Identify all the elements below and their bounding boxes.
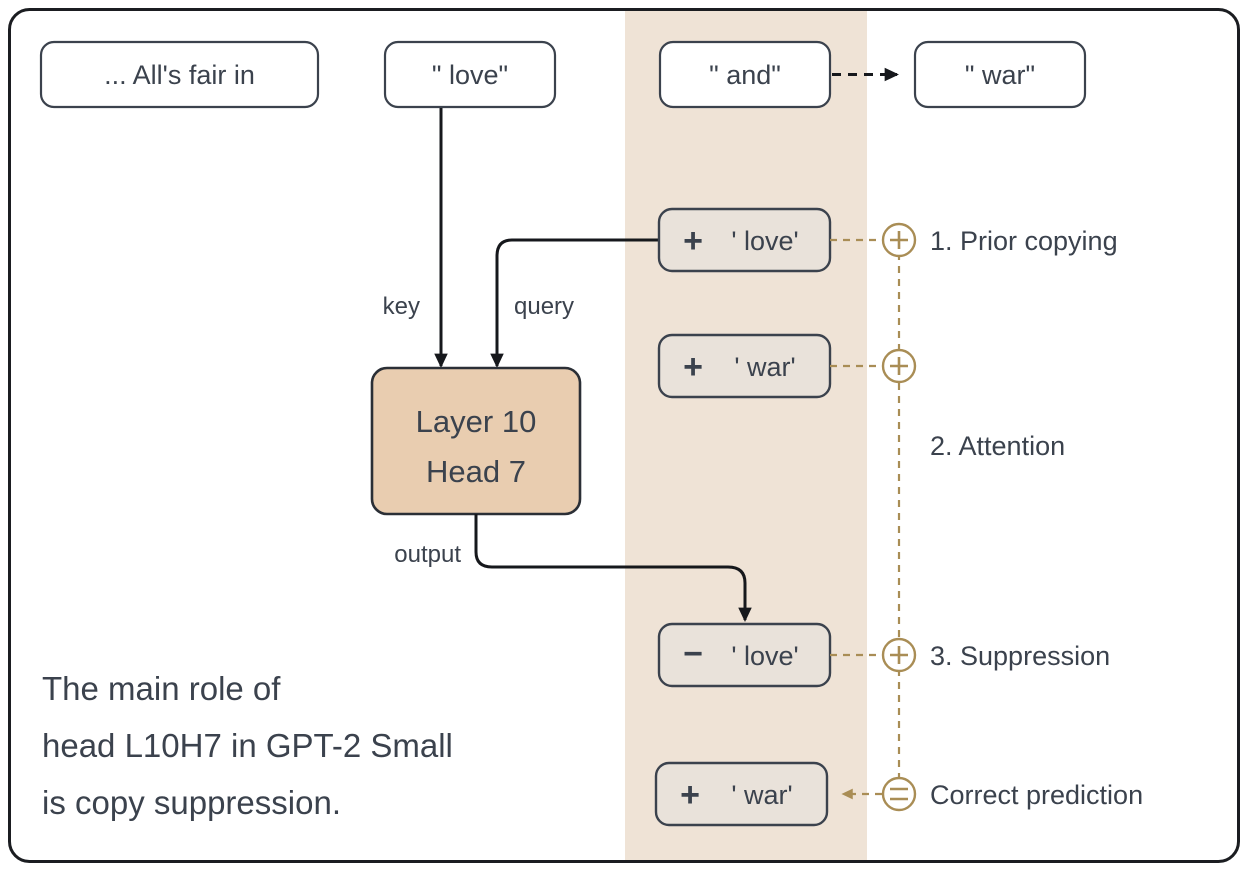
logit-box-4-token: ' war'	[731, 780, 792, 810]
step-label-attention: 2. Attention	[930, 431, 1065, 461]
step-label-correct-prediction: Correct prediction	[930, 780, 1143, 810]
attention-head-shape	[370, 366, 582, 516]
step-label-prior-copying: 1. Prior copying	[930, 226, 1118, 256]
caption-line-3: is copy suppression.	[42, 784, 341, 821]
attention-head-node: Layer 10 Head 7	[370, 366, 582, 516]
diagram-root: ... All's fair in " love" " and" " war" …	[0, 0, 1248, 871]
plus-marker-2	[881, 348, 917, 384]
plus-marker-3	[881, 637, 917, 673]
equals-marker-4	[881, 776, 917, 812]
context-box: ... All's fair in	[39, 40, 320, 109]
and-token-box: " and"	[658, 40, 832, 109]
logit-box-prior-copy-war: + ' war'	[657, 333, 832, 399]
plus-sign-icon: +	[683, 222, 703, 260]
logit-box-3-token: ' love'	[731, 641, 798, 671]
minus-sign-icon: −	[683, 635, 703, 673]
plus-sign-icon: +	[683, 348, 703, 386]
step-label-suppression: 3. Suppression	[930, 641, 1110, 671]
love-token-box: " love"	[383, 40, 557, 109]
query-edge-label: query	[514, 293, 574, 320]
attention-head-head: Head 7	[426, 454, 526, 489]
output-edge-label: output	[394, 541, 461, 568]
key-edge-label: key	[383, 293, 420, 320]
logit-box-suppression-love: − ' love'	[657, 622, 832, 688]
and-token-box-label: " and"	[709, 60, 781, 90]
context-box-label: ... All's fair in	[104, 60, 255, 90]
war-token-box: " war"	[913, 40, 1087, 109]
final-token-band	[625, 8, 867, 863]
plus-marker-1	[881, 222, 917, 258]
logit-box-2-token: ' war'	[734, 352, 795, 382]
attention-head-layer: Layer 10	[416, 404, 537, 439]
caption-line-2: head L10H7 in GPT-2 Small	[42, 727, 453, 764]
love-token-box-label: " love"	[432, 60, 508, 90]
logit-box-1-token: ' love'	[731, 226, 798, 256]
plus-sign-icon: +	[680, 776, 700, 814]
war-token-box-label: " war"	[965, 60, 1035, 90]
copy-suppression-diagram: ... All's fair in " love" " and" " war" …	[8, 8, 1240, 863]
caption-line-1: The main role of	[42, 670, 281, 707]
equals-marker-4-circle	[881, 776, 917, 812]
logit-box-prior-copy-love: + ' love'	[657, 207, 832, 273]
logit-box-correct-prediction-war: + ' war'	[654, 761, 829, 827]
